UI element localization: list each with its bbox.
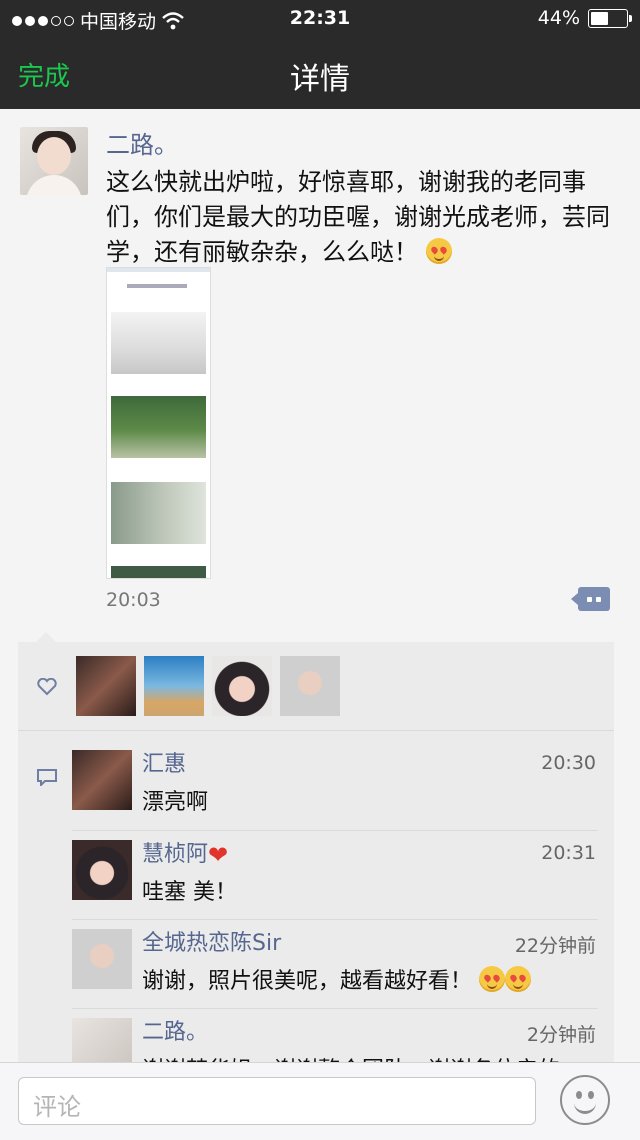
comment-input[interactable]: 评论: [18, 1077, 536, 1125]
like-avatar[interactable]: [280, 656, 340, 716]
status-bar: 中国移动 22:31 44%: [0, 0, 640, 36]
commenter-name[interactable]: 慧桢阿❤: [142, 836, 228, 869]
commenter-avatar[interactable]: [72, 929, 132, 989]
author-avatar[interactable]: [20, 127, 88, 195]
commenter-name[interactable]: 汇惠: [142, 746, 186, 778]
heart-eyes-emoji-icon: [425, 238, 452, 264]
comment-time: 22分钟前: [514, 935, 596, 957]
commenter-name[interactable]: 全城热恋陈Sir: [142, 925, 281, 957]
author-name[interactable]: 二路。: [106, 125, 178, 160]
like-avatar[interactable]: [76, 656, 136, 716]
battery-percent: 44%: [537, 7, 580, 29]
comment-time: 20:30: [541, 752, 596, 774]
comment-text: 哇塞 美！: [142, 880, 237, 905]
commenter-name[interactable]: 二路。: [142, 1014, 208, 1046]
comment-time: 20:31: [541, 842, 596, 864]
page-title: 详情: [290, 62, 350, 97]
comment-time: 2分钟前: [526, 1024, 596, 1046]
likes-row: [18, 642, 614, 731]
likes-comments-panel: 汇惠 20:30 漂亮啊 慧桢阿❤ 20:31 哇塞 美！ 全城热恋陈Sir 2…: [18, 632, 614, 1062]
comment-text: 谢谢梦华姐，谢谢整个团队，谢谢各位亲的: [142, 1052, 560, 1062]
navigation-bar: 完成 详情: [0, 36, 640, 109]
emoji-button-icon[interactable]: [560, 1075, 610, 1125]
comment-text: 谢谢，照片很美呢，越看越好看！: [142, 963, 532, 995]
heart-icon: [37, 678, 57, 696]
comment-item[interactable]: 慧桢阿❤ 20:31 哇塞 美！: [18, 830, 614, 918]
commenter-avatar[interactable]: [72, 1018, 132, 1062]
like-avatar[interactable]: [144, 656, 204, 716]
red-heart-emoji-icon: ❤: [208, 841, 229, 869]
comment-item[interactable]: 全城热恋陈Sir 22分钟前 谢谢，照片很美呢，越看越好看！: [18, 919, 614, 1007]
comment-input-placeholder: 评论: [33, 1093, 81, 1121]
top-bar: 中国移动 22:31 44% 完成 详情: [0, 0, 640, 109]
heart-eyes-emoji-icon: [505, 966, 532, 992]
heart-eyes-emoji-icon: [479, 966, 506, 992]
comment-input-bar: 评论: [0, 1062, 640, 1140]
comment-item[interactable]: 二路。 2分钟前 谢谢梦华姐，谢谢整个团队，谢谢各位亲的: [18, 1008, 614, 1062]
commenter-avatar[interactable]: [72, 750, 132, 810]
post-text: 这么快就出炉啦，好惊喜耶，谢谢我的老同事们，你们是最大的功臣喔，谢谢光成老师，芸…: [106, 165, 626, 270]
comment-text: 漂亮啊: [142, 790, 209, 815]
post-text-body: 这么快就出炉啦，好惊喜耶，谢谢我的老同事们，你们是最大的功臣喔，谢谢光成老师，芸…: [106, 168, 610, 266]
post-image[interactable]: [106, 267, 211, 579]
commenter-avatar[interactable]: [72, 840, 132, 900]
battery-icon: [588, 8, 632, 28]
post-detail: 二路。 这么快就出炉啦，好惊喜耶，谢谢我的老同事们，你们是最大的功臣喔，谢谢光成…: [0, 109, 640, 1062]
like-avatar[interactable]: [212, 656, 272, 716]
comment-action-button[interactable]: [571, 587, 610, 611]
comment-item[interactable]: 汇惠 20:30 漂亮啊: [18, 740, 614, 828]
post-timestamp: 20:03: [106, 589, 161, 611]
